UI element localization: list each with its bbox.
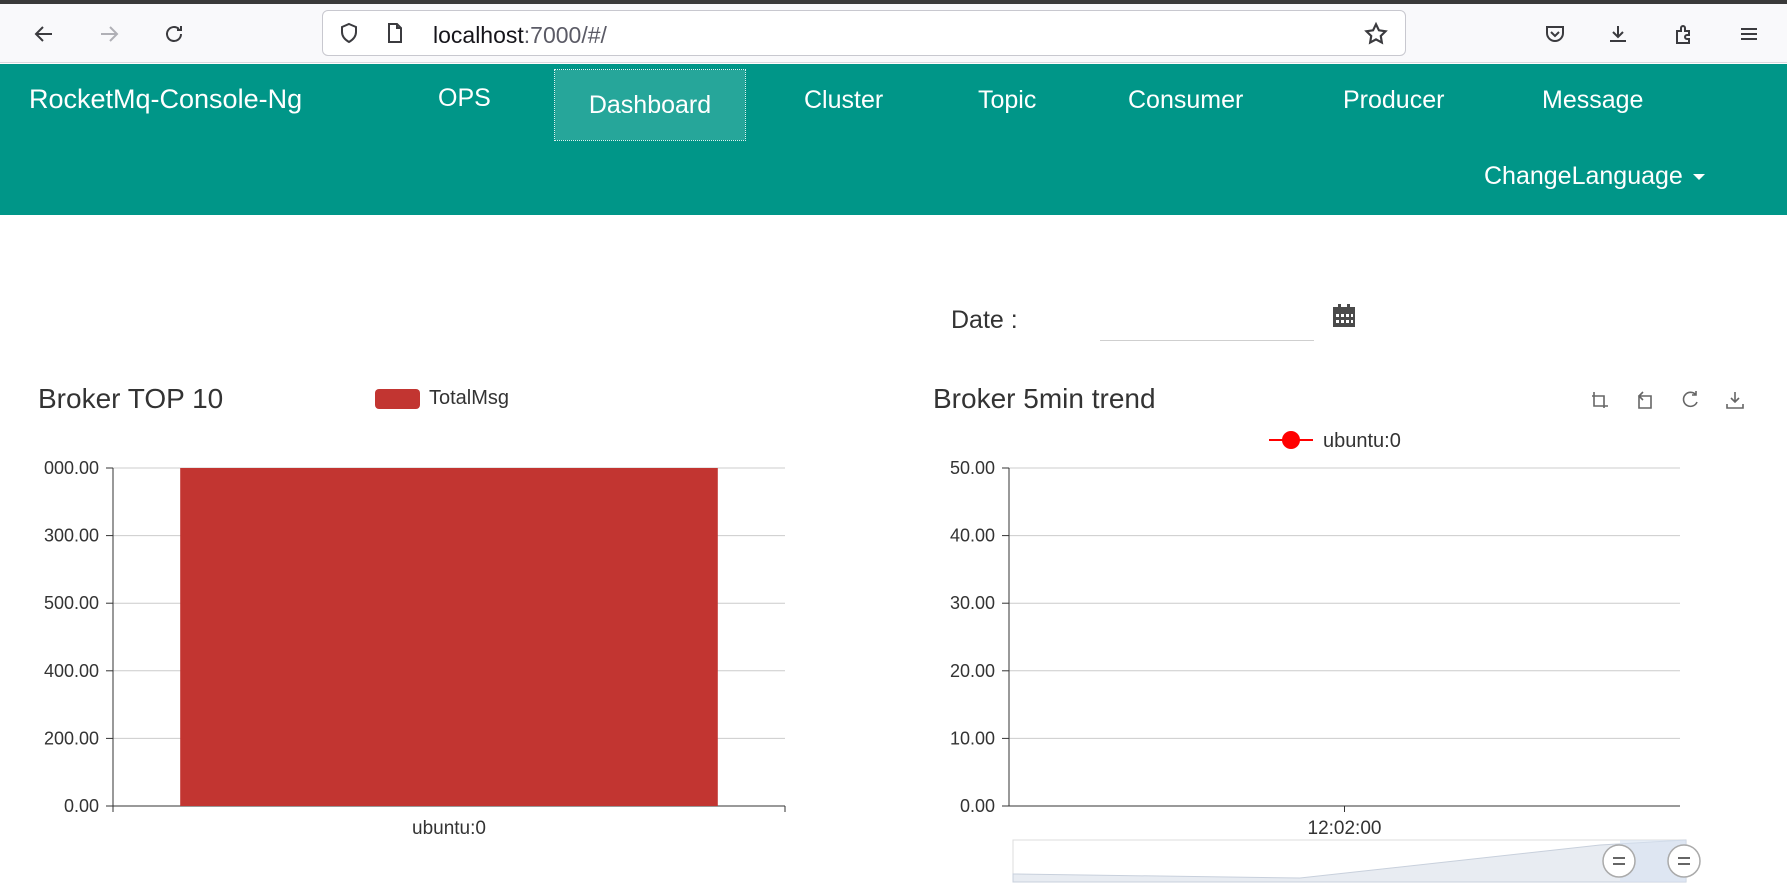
pocket-icon[interactable] — [1539, 18, 1571, 50]
nav-item-cluster[interactable]: Cluster — [804, 86, 883, 115]
nav-item-dashboard[interactable]: Dashboard — [554, 69, 746, 141]
y-tick-label: 200.00 — [44, 728, 99, 748]
nav-item-message[interactable]: Message — [1542, 86, 1643, 115]
save-image-icon-path — [1726, 392, 1744, 409]
reload-icon[interactable] — [158, 18, 190, 50]
legend-swatch — [375, 389, 420, 409]
y-tick-label: 300.00 — [44, 526, 99, 546]
nav-item-ops[interactable]: OPS — [438, 84, 491, 113]
legend-marker — [1282, 431, 1300, 449]
date-label: Date : — [951, 306, 1018, 334]
handle-circle — [1667, 844, 1701, 878]
y-tick-label: 0.00 — [64, 796, 99, 816]
bar — [180, 468, 718, 806]
zoom-reset-icon[interactable] — [1637, 391, 1652, 409]
caret-down-icon — [1692, 174, 1705, 181]
page-icon — [383, 21, 407, 45]
url-text[interactable]: localhost:7000/#/ — [433, 22, 607, 49]
main-navbar: RocketMq-Console-Ng OPS Dashboard Cluste… — [0, 64, 1787, 215]
datazoom-end-handle[interactable] — [1667, 844, 1701, 878]
change-language-label: ChangeLanguage — [1484, 162, 1683, 190]
shield-icon[interactable] — [337, 21, 361, 45]
data-zoom-icon-path — [1592, 392, 1608, 408]
y-tick-label: 50.00 — [950, 458, 995, 478]
y-tick-label: 0.00 — [960, 796, 995, 816]
nav-item-producer[interactable]: Producer — [1343, 86, 1444, 115]
download-icon[interactable] — [1602, 18, 1634, 50]
save-image-icon[interactable] — [1726, 392, 1744, 409]
bookmark-star-icon[interactable] — [1363, 21, 1389, 47]
y-tick-label: 000.00 — [44, 458, 99, 478]
handle-circle — [1602, 844, 1636, 878]
nav-item-topic[interactable]: Topic — [978, 86, 1036, 115]
zoom-reset-icon-path — [1637, 391, 1652, 409]
y-tick-label: 10.00 — [950, 728, 995, 748]
browser-toolbar: localhost:7000/#/ — [0, 4, 1787, 63]
nav-item-dashboard-label: Dashboard — [588, 90, 712, 119]
date-input[interactable] — [1100, 296, 1314, 341]
url-host: localhost — [433, 22, 524, 48]
menu-icon[interactable] — [1733, 18, 1765, 50]
x-tick-label: 12:02:00 — [1308, 818, 1382, 839]
y-tick-label: 30.00 — [950, 593, 995, 613]
brand-link[interactable]: RocketMq-Console-Ng — [29, 84, 302, 115]
y-tick-label: 500.00 — [44, 593, 99, 613]
legend-label: ubuntu:0 — [1323, 430, 1401, 452]
bar-chart: 000.00 300.00 500.00 400.00 200.00 0.00 ubuntu… — [44, 387, 786, 839]
data-zoom-icon[interactable] — [1592, 392, 1608, 408]
extensions-icon[interactable] — [1668, 18, 1700, 50]
forward-arrow-icon[interactable] — [93, 18, 125, 50]
restore-icon[interactable] — [1682, 391, 1698, 408]
datazoom-start-handle[interactable] — [1602, 844, 1636, 878]
y-tick-label: 400.00 — [44, 661, 99, 681]
restore-icon-path — [1682, 391, 1698, 408]
calendar-icon[interactable] — [1331, 303, 1357, 329]
y-tick-label: 20.00 — [950, 661, 995, 681]
change-language-dropdown[interactable]: ChangeLanguage — [1484, 162, 1705, 191]
back-arrow-icon[interactable] — [28, 18, 60, 50]
legend-label: TotalMsg — [429, 387, 509, 409]
line-chart: 50.00 40.00 30.00 20.00 10.00 0.00 12:02:00 ubu… — [950, 391, 1744, 883]
url-path: :7000/#/ — [523, 22, 607, 48]
y-tick-label: 40.00 — [950, 526, 995, 546]
nav-item-consumer[interactable]: Consumer — [1128, 86, 1243, 115]
url-bar[interactable]: localhost:7000/#/ — [322, 10, 1406, 56]
x-tick-label: ubuntu:0 — [412, 818, 486, 839]
